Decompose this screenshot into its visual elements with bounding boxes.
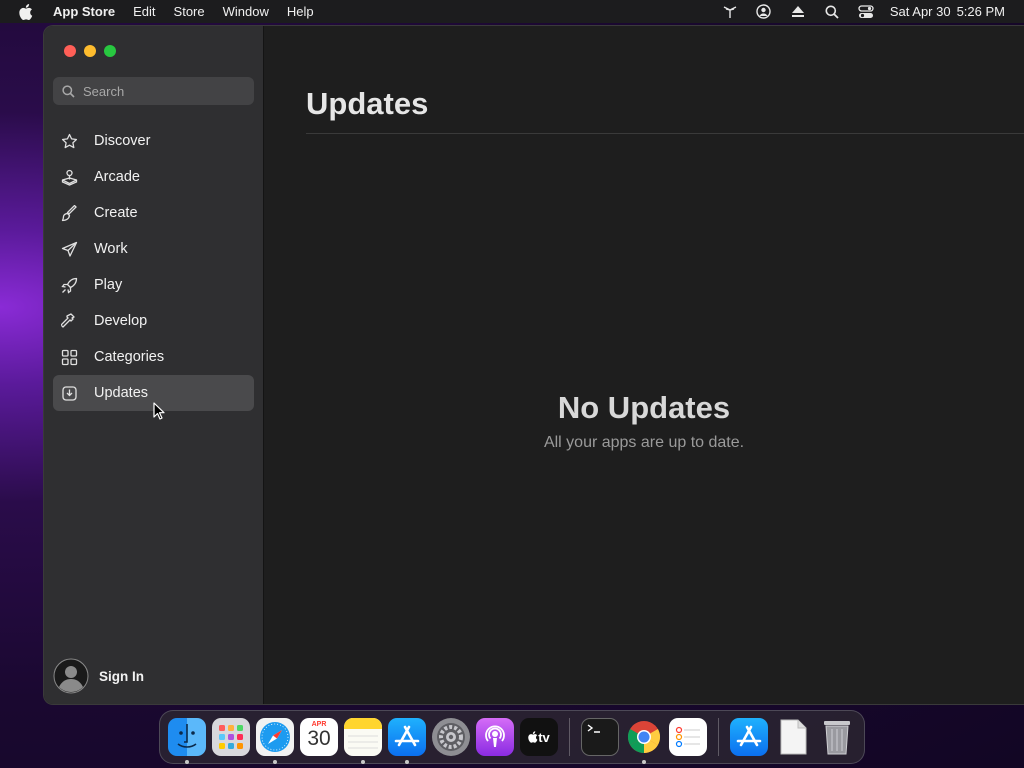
avatar-icon [53,658,89,694]
main-content: Updates No Updates All your apps are up … [264,26,1024,704]
dock-apple-tv[interactable]: tv [517,715,561,759]
close-window-button[interactable] [64,45,76,57]
wifi-antenna-icon[interactable] [713,0,747,23]
dock-chrome[interactable] [622,715,666,764]
menubar-date: Sat Apr 30 [889,4,951,19]
apple-tv-icon: tv [520,718,558,756]
window-controls [64,45,116,57]
dock-notes[interactable] [341,715,385,764]
reminders-icon [669,718,707,756]
menubar-clock[interactable]: Sat Apr 30 5:26 PM [890,4,1005,19]
title-divider [306,133,1024,134]
notes-icon [344,718,382,756]
empty-state-title: No Updates [557,390,731,425]
dock-launchpad[interactable] [209,715,253,759]
control-center-icon[interactable] [849,0,883,23]
search-input[interactable]: Search [53,77,254,105]
app-store-icon [730,718,768,756]
hammer-icon [61,312,78,330]
paper-plane-icon [61,241,78,258]
apple-menu-icon[interactable] [0,3,52,20]
app-store-window: Search Discover Arcade Create Work Play … [43,25,1024,705]
dock-calendar[interactable]: APR 30 [297,715,341,759]
sidebar-item-play[interactable]: Play [53,267,254,303]
minimize-window-button[interactable] [84,45,96,57]
search-icon[interactable] [815,0,849,23]
mouse-cursor-icon [153,402,165,420]
app-store-icon [388,718,426,756]
sidebar-item-arcade[interactable]: Arcade [53,159,254,195]
menu-app-name[interactable]: App Store [52,0,124,23]
menu-store[interactable]: Store [165,0,214,23]
apple-tv-label: tv [538,729,550,745]
joystick-icon [61,169,78,186]
calendar-icon: APR 30 [300,718,338,756]
sidebar-item-label: Work [94,241,128,257]
grid-icon [61,349,78,366]
menubar-time: 5:26 PM [956,4,1005,19]
trash-icon [818,718,856,756]
search-icon [62,84,75,98]
launchpad-icon [212,718,250,756]
podcasts-icon [476,718,514,756]
dock-document[interactable] [771,715,815,759]
sidebar-nav: Discover Arcade Create Work Play Develop… [53,123,254,411]
document-icon [774,718,812,756]
sidebar-item-categories[interactable]: Categories [53,339,254,375]
sidebar-item-label: Updates [94,385,149,401]
brush-icon [61,204,78,222]
search-placeholder: Search [83,83,125,99]
finder-icon [168,718,206,756]
dock-trash[interactable] [815,715,859,759]
safari-icon [256,718,294,756]
sidebar-item-label: Develop [94,313,148,329]
running-indicator [185,760,189,764]
menu-edit[interactable]: Edit [124,0,164,23]
rocket-icon [61,277,78,294]
running-indicator [273,760,277,764]
dock-separator [569,718,570,756]
dock-separator [718,718,719,756]
maximize-window-button[interactable] [104,45,116,57]
dock-terminal[interactable] [578,715,622,759]
dock-finder[interactable] [165,715,209,764]
page-title: Updates [306,86,429,121]
dock-app-store-folder[interactable] [727,715,771,759]
user-account-icon[interactable] [747,0,781,23]
empty-state-subtitle: All your apps are up to date. [543,434,745,451]
empty-state: No Updates All your apps are up to date. [264,390,1024,452]
sign-in-button[interactable]: Sign In [53,658,144,694]
chrome-icon [625,718,663,756]
calendar-day: 30 [307,727,331,750]
running-indicator [405,760,409,764]
menu-bar: App Store Edit Store Window Help Sat Apr… [0,0,1024,23]
running-indicator [361,760,365,764]
sidebar-item-label: Categories [94,349,165,365]
sidebar-item-label: Play [94,277,123,293]
sidebar-item-label: Discover [94,133,151,149]
menu-help[interactable]: Help [278,0,323,23]
sidebar-item-create[interactable]: Create [53,195,254,231]
star-icon [61,133,78,150]
download-tray-icon [61,385,78,402]
eject-icon[interactable] [781,0,815,23]
sign-in-label: Sign In [99,668,144,684]
dock-reminders[interactable] [666,715,710,759]
dock-system-preferences[interactable] [429,715,473,759]
menu-window[interactable]: Window [214,0,278,23]
dock-app-store[interactable] [385,715,429,764]
sidebar-item-develop[interactable]: Develop [53,303,254,339]
terminal-icon [581,718,619,756]
gear-icon [432,718,470,756]
dock-podcasts[interactable] [473,715,517,759]
running-indicator [642,760,646,764]
sidebar-item-discover[interactable]: Discover [53,123,254,159]
sidebar: Search Discover Arcade Create Work Play … [44,26,264,704]
sidebar-item-label: Arcade [94,169,140,185]
dock-safari[interactable] [253,715,297,764]
sidebar-item-work[interactable]: Work [53,231,254,267]
sidebar-item-label: Create [94,205,138,221]
dock: APR 30 tv [159,710,865,764]
